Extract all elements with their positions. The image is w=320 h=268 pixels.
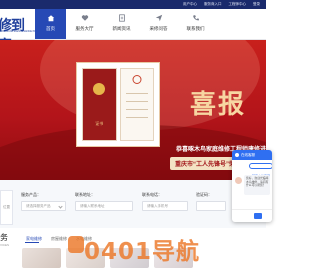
- banner-headline: 喜报: [190, 90, 247, 119]
- chat-widget[interactable]: 在线客服 转至在线客服 您好，欢迎光临啄木鸟维修，请问有什么可以帮您？: [232, 150, 272, 222]
- select-placeholder: 请选择服务产品: [26, 204, 51, 208]
- main-nav: 首页 服务大厅 新闻资讯 采修问答 联系我们: [35, 9, 214, 39]
- nav-item-service-hall[interactable]: 服务大厅: [66, 9, 103, 39]
- top-links: 用户中心 服务商入口 工程师中心 登录: [183, 1, 260, 7]
- chat-icon: [235, 153, 239, 157]
- field-label-product: 服务产品：: [21, 192, 41, 197]
- send-icon: [155, 14, 162, 22]
- provider-entry-link[interactable]: 服务商入口: [204, 1, 222, 7]
- chat-send-button[interactable]: [254, 213, 262, 219]
- seal-icon: [132, 75, 142, 84]
- phone-input[interactable]: 请输入手机号: [142, 201, 188, 211]
- home-icon: [47, 15, 54, 22]
- watermark: 0401导航: [84, 239, 201, 265]
- chevron-down-icon: [58, 204, 63, 209]
- certificate-image: 证书: [76, 62, 160, 147]
- heart-icon: [81, 15, 88, 21]
- product-select[interactable]: 请选择服务产品: [21, 201, 66, 211]
- section-subtitle: VICES: [0, 243, 10, 247]
- service-thumbnail[interactable]: [22, 248, 61, 268]
- address-input[interactable]: 请输入联系地址: [75, 201, 133, 211]
- certificate-title: 证书: [95, 121, 104, 126]
- watermark-logo-icon: [68, 236, 84, 253]
- emblem-icon: [93, 83, 106, 95]
- phone-icon: [192, 15, 199, 21]
- nav-item-home[interactable]: 首页: [35, 9, 66, 39]
- user-center-link[interactable]: 用户中心: [183, 1, 197, 7]
- chat-input[interactable]: [232, 209, 272, 222]
- section-title: 务: [0, 233, 8, 242]
- tab-house-repair[interactable]: 房屋维修: [51, 236, 67, 242]
- chat-transfer-button[interactable]: 转至在线客服: [249, 163, 272, 178]
- nav-label: 采修问答: [149, 26, 168, 31]
- input-placeholder: 请输入手机号: [147, 204, 168, 208]
- field-label-phone: 联系电话：: [142, 192, 162, 197]
- chat-message-text: 您好，欢迎光临啄木鸟维修，请问有什么可以帮您？: [246, 176, 269, 188]
- chat-title: 在线客服: [241, 153, 255, 157]
- nav-item-contact[interactable]: 联系我们: [177, 9, 214, 39]
- engineer-center-link[interactable]: 工程师中心: [229, 1, 247, 7]
- chat-header[interactable]: 在线客服: [232, 150, 272, 160]
- captcha-input[interactable]: [196, 201, 226, 211]
- nav-label: 联系我们: [186, 26, 205, 31]
- field-label-captcha: 验证码：: [196, 192, 212, 197]
- nav-label: 首页: [46, 26, 55, 31]
- nav-item-news[interactable]: 新闻资讯: [103, 9, 140, 39]
- agent-avatar: [235, 177, 242, 184]
- nav-label: 新闻资讯: [112, 26, 131, 31]
- certificate-cover: 证书: [82, 68, 117, 141]
- login-link[interactable]: 登录: [253, 1, 260, 7]
- top-utility-bar: 用户中心 服务商入口 工程师中心 登录: [0, 0, 266, 9]
- nav-label: 服务大厅: [75, 26, 94, 31]
- service-request-form: 服务产品： 请选择服务产品 联系地址： 请输入联系地址 联系电话： 请输入手机号…: [0, 180, 266, 228]
- hero-banner[interactable]: 证书 喜报 恭喜啄木鸟家庭维修工程师唐修进 重庆市“工人先锋号”荣誉称号: [0, 40, 266, 180]
- site-logo[interactable]: 修到家 XIUDAOJIA MAINTENANCE PLATFORM: [0, 13, 46, 53]
- active-tab-indicator: [25, 242, 39, 243]
- location-placeholder: 位置: [3, 205, 10, 209]
- field-label-address: 联系地址：: [75, 192, 95, 197]
- nav-item-qa[interactable]: 采修问答: [140, 9, 177, 39]
- document-icon: [118, 14, 125, 22]
- chat-message: 您好，欢迎光临啄木鸟维修，请问有什么可以帮您？: [244, 175, 270, 195]
- input-placeholder: 请输入联系地址: [80, 204, 105, 208]
- certificate-page: [119, 68, 154, 141]
- location-card[interactable]: 位置: [0, 190, 13, 225]
- site-header: 修到家 XIUDAOJIA MAINTENANCE PLATFORM 首页 服务…: [0, 9, 266, 53]
